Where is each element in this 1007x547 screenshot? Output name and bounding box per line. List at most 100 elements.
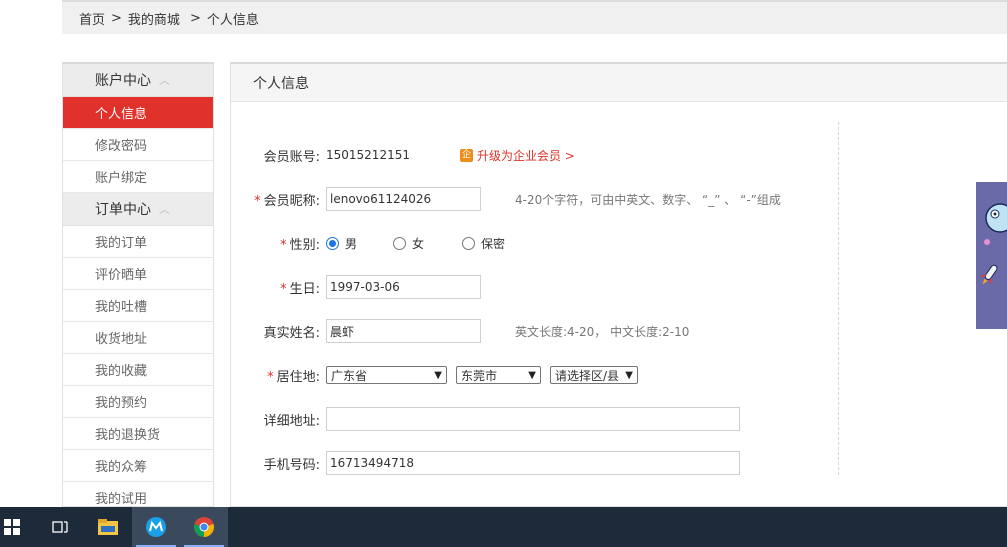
birthday-label: * 生日: xyxy=(280,281,320,297)
chevron-down-icon: ▼ xyxy=(434,369,442,381)
radio-label: 男 xyxy=(345,236,358,251)
task-view-button[interactable] xyxy=(36,507,84,547)
required-mark: * xyxy=(267,369,274,385)
radio-icon[interactable] xyxy=(393,236,407,250)
sidebar-item-complaints[interactable]: 我的吐槽 xyxy=(63,290,213,322)
sidebar-item-returns[interactable]: 我的退换货 xyxy=(63,418,213,450)
sidebar-group-title: 订单中心 xyxy=(95,202,151,218)
sidebar-item-label: 我的试用 xyxy=(95,492,148,507)
gender-radio-secret[interactable]: 保密 xyxy=(462,235,505,252)
account-value: 15015212151 xyxy=(326,148,410,162)
windows-start-icon xyxy=(4,519,20,535)
sidebar-item-label: 我的吐槽 xyxy=(95,300,148,315)
sidebar-item-account-binding[interactable]: 账户绑定 xyxy=(63,161,213,193)
sidebar-item-label: 修改密码 xyxy=(95,139,148,154)
side-ad-banner[interactable] xyxy=(976,182,1007,329)
dashed-divider xyxy=(838,122,839,475)
chevron-up-icon[interactable]: ︿ xyxy=(159,72,170,88)
gender-radio-group: 男 女 保密 xyxy=(326,235,541,252)
account-row: 会员账号: 15015212151 企 升级为企业会员 > xyxy=(231,142,575,168)
nickname-input[interactable] xyxy=(326,187,481,211)
select-value: 请选择区/县 xyxy=(555,368,620,383)
task-view-icon xyxy=(52,521,68,533)
birthday-row: * 生日: xyxy=(231,274,481,300)
sidebar-group-title: 账户中心 xyxy=(95,73,151,89)
sidebar-item-label: 个人信息 xyxy=(95,107,148,122)
sidebar-item-favorites[interactable]: 我的收藏 xyxy=(63,354,213,386)
sidebar-item-label: 我的订单 xyxy=(95,236,148,251)
breadcrumb-separator: > xyxy=(189,10,201,26)
address-row: 详细地址: xyxy=(231,406,740,432)
radio-label: 女 xyxy=(412,236,425,251)
breadcrumb-separator: > xyxy=(111,10,122,26)
breadcrumb-my-mall[interactable]: 我的商城 xyxy=(128,9,180,28)
address-label: 详细地址: xyxy=(263,413,320,429)
account-label: 会员账号: xyxy=(263,149,320,165)
personal-info-panel: 个人信息 会员账号: 15015212151 企 升级为企业会员 > * 会员昵称… xyxy=(230,62,1007,507)
windows-taskbar xyxy=(0,507,1007,547)
gender-radio-female[interactable]: 女 xyxy=(393,235,424,252)
province-select[interactable]: 广东省 ▼ xyxy=(326,366,447,384)
nickname-hint: 4-20个字符，可由中英文、数字、 “_” 、 “-”组成 xyxy=(515,192,781,207)
sidebar-item-crowdfunding[interactable]: 我的众筹 xyxy=(63,450,213,482)
sidebar-item-personal-info[interactable]: 个人信息 xyxy=(63,97,213,129)
sidebar-item-trials[interactable]: 我的试用 xyxy=(63,482,213,507)
breadcrumb: 首页 > 我的商城 > 个人信息 xyxy=(62,2,1007,34)
gender-label: * 性别: xyxy=(280,237,320,253)
upgrade-enterprise-link[interactable]: 企 升级为企业会员 > xyxy=(459,147,575,164)
sidebar-item-label: 收货地址 xyxy=(95,332,148,347)
sidebar-group-orders[interactable]: 订单中心 ︿ xyxy=(63,193,213,226)
app-m-icon xyxy=(146,517,166,537)
windows-start-button[interactable] xyxy=(0,507,24,547)
required-mark: * xyxy=(280,237,287,253)
radio-selected-icon[interactable] xyxy=(326,236,339,250)
app-m-button[interactable] xyxy=(132,507,180,547)
gender-radio-male[interactable]: 男 xyxy=(326,235,357,252)
breadcrumb-current: 个人信息 xyxy=(206,12,259,28)
sidebar-item-label: 评价晒单 xyxy=(95,268,148,283)
required-mark: * xyxy=(280,281,287,297)
realname-row: 真实姓名: 英文长度:4-20， 中文长度:2-10 xyxy=(231,318,689,344)
chevron-up-icon[interactable]: ︿ xyxy=(159,201,170,217)
realname-label: 真实姓名: xyxy=(263,325,320,341)
panel-title: 个人信息 xyxy=(231,64,1007,102)
sidebar-item-label: 我的预约 xyxy=(95,396,148,411)
phone-input[interactable] xyxy=(326,451,740,475)
radio-label: 保密 xyxy=(481,236,506,251)
select-value: 东莞市 xyxy=(461,368,498,383)
sidebar-group-account[interactable]: 账户中心 ︿ xyxy=(63,64,213,97)
sidebar-item-reviews[interactable]: 评价晒单 xyxy=(63,258,213,290)
residence-row: * 居住地: 广东省 ▼ 东莞市 ▼ 请选择区/县 ▼ xyxy=(231,362,647,388)
nickname-row: *会员昵称: 4-20个字符，可由中英文、数字、 “_” 、 “-”组成 xyxy=(231,186,781,212)
phone-label: 手机号码: xyxy=(263,457,320,473)
select-value: 广东省 xyxy=(331,368,368,383)
gender-row: * 性别: 男 女 保密 xyxy=(231,230,541,256)
nickname-label: * 会员昵称: xyxy=(254,193,320,209)
birthday-input[interactable] xyxy=(326,275,481,299)
enterprise-icon: 企 xyxy=(459,148,473,162)
chrome-button[interactable] xyxy=(180,507,228,547)
realname-hint: 英文长度:4-20， 中文长度:2-10 xyxy=(515,324,690,339)
sidebar-item-label: 我的收藏 xyxy=(95,364,148,379)
sidebar-item-addresses[interactable]: 收货地址 xyxy=(63,322,213,354)
required-mark: * xyxy=(254,193,261,209)
sidebar: 账户中心 ︿ 个人信息 修改密码 账户绑定 订单中心 ︿ 我的订单 评价晒单 我… xyxy=(62,62,214,507)
chevron-down-icon: ▼ xyxy=(528,369,536,381)
residence-label: * 居住地: xyxy=(267,369,320,385)
radio-icon[interactable] xyxy=(462,236,476,250)
sidebar-item-change-password[interactable]: 修改密码 xyxy=(63,129,213,161)
breadcrumb-home[interactable]: 首页 xyxy=(79,9,105,28)
file-explorer-button[interactable] xyxy=(84,507,132,547)
sidebar-item-label: 账户绑定 xyxy=(95,171,148,186)
chrome-icon xyxy=(194,517,214,537)
sidebar-item-label: 我的退换货 xyxy=(95,428,161,443)
phone-row: 手机号码: xyxy=(231,450,740,476)
upgrade-label: 升级为企业会员 > xyxy=(476,148,575,163)
district-select[interactable]: 请选择区/县 ▼ xyxy=(550,366,638,384)
address-input[interactable] xyxy=(326,407,740,431)
realname-input[interactable] xyxy=(326,319,481,343)
city-select[interactable]: 东莞市 ▼ xyxy=(456,366,541,384)
chevron-down-icon: ▼ xyxy=(625,369,633,381)
sidebar-item-reservations[interactable]: 我的预约 xyxy=(63,386,213,418)
sidebar-item-my-orders[interactable]: 我的订单 xyxy=(63,226,213,258)
